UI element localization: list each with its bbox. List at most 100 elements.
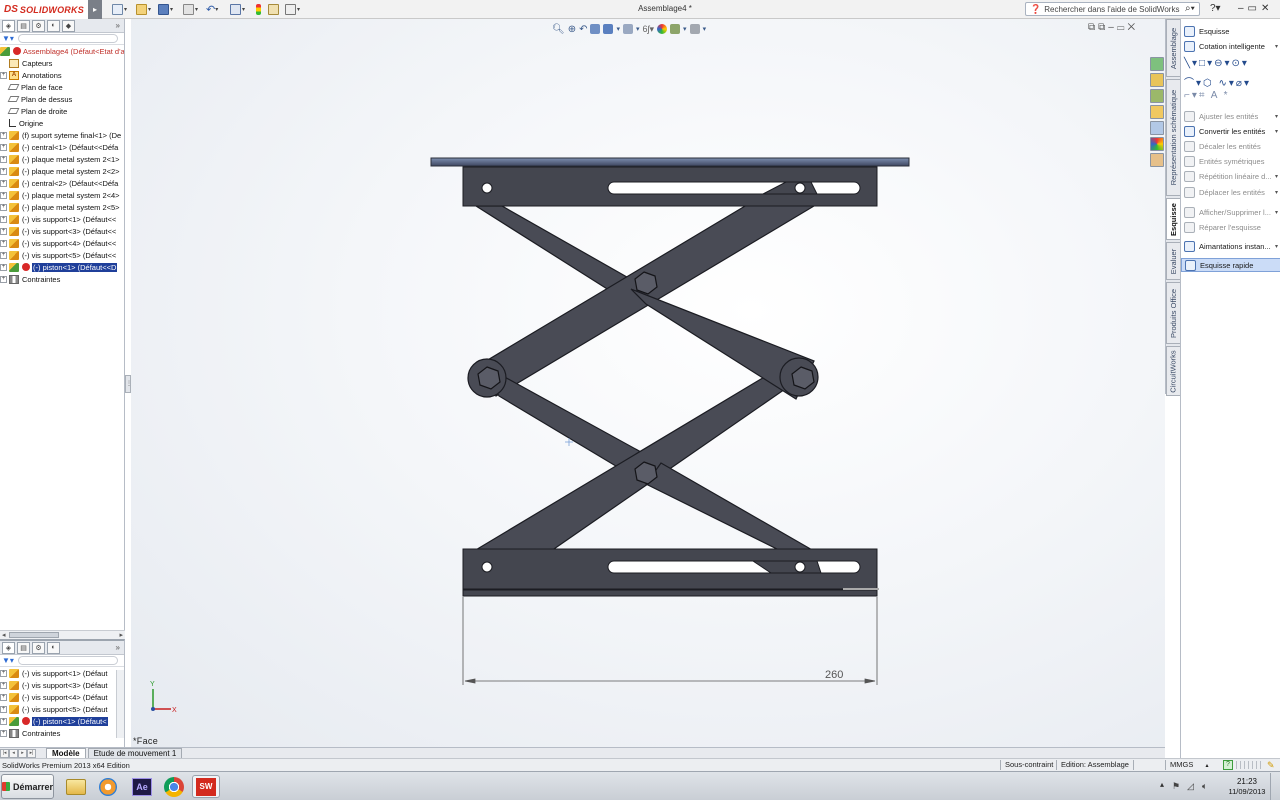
chevron-down-icon[interactable]: ▾ — [1275, 43, 1278, 50]
expand-icon[interactable]: + — [0, 227, 7, 235]
tray-expand-icon[interactable]: ▴ — [1160, 780, 1164, 789]
tree-item[interactable]: + (-) vis support<4> (Défaut<< — [0, 237, 124, 249]
property-manager-tab-icon[interactable]: ▤ — [17, 641, 30, 654]
tree-item[interactable]: + (-) vis support<5> (Défaut<< — [0, 249, 124, 261]
tree-item[interactable]: + (-) plaque metal system 2<2> — [0, 165, 124, 177]
expand-icon[interactable]: + — [0, 203, 7, 211]
clock-time[interactable]: 21:23 — [1228, 777, 1266, 786]
dimension-value[interactable]: 260 — [825, 669, 843, 681]
file-explorer-icon[interactable] — [1150, 105, 1164, 119]
chevron-down-icon[interactable]: ▾ — [1275, 243, 1278, 250]
cmd-entit-s-sym-triques[interactable]: Entités symétriques — [1181, 154, 1280, 168]
dimension-260[interactable] — [462, 597, 878, 685]
scissor-lift-model[interactable]: 260 Y X — [131, 19, 1165, 747]
tab-circuitworks[interactable]: CircuitWorks — [1166, 346, 1181, 396]
feature-tree-tab-icon[interactable]: ◈ — [2, 19, 15, 32]
solidworks-resources-icon[interactable] — [1150, 57, 1164, 71]
tree-item[interactable]: Plan de face — [0, 81, 124, 93]
home-icon[interactable] — [1150, 73, 1164, 87]
tree-item[interactable]: + (-) plaque metal system 2<1> — [0, 153, 124, 165]
tab-motion-study[interactable]: Etude de mouvement 1 — [87, 748, 183, 758]
tree-item[interactable]: + (-) vis support<3> (Défaut — [0, 679, 124, 691]
cmd-aimantations-instan[interactable]: Aimantations instan... ▾ — [1181, 239, 1280, 253]
tab-repr-sentation-sch-matique[interactable]: Représentation schématique — [1166, 79, 1181, 196]
expand-icon[interactable]: + — [0, 705, 7, 713]
display-manager-tab-icon[interactable]: ◐ — [47, 19, 60, 32]
feature-tree-tab-icon[interactable]: ◈ — [2, 641, 15, 654]
tree-item[interactable]: + (-) vis support<1> (Défaut — [0, 667, 124, 679]
tree-item[interactable]: + (f) suport syteme final<1> (De — [0, 129, 124, 141]
show-desktop-button[interactable] — [1270, 773, 1280, 800]
next-tab-icon[interactable]: ▸ — [18, 749, 27, 758]
tree-item[interactable]: + (-) central<2> (Défaut<<Défa — [0, 177, 124, 189]
top-plate[interactable] — [430, 157, 910, 167]
help-icon[interactable]: ? — [1223, 760, 1233, 770]
tree-item[interactable]: + A Annotations — [0, 69, 124, 81]
display-manager-tab-icon[interactable]: ◐ — [47, 641, 60, 654]
scroll-right-icon[interactable]: ▸ — [119, 631, 123, 639]
expand-icon[interactable]: + — [0, 131, 7, 139]
last-tab-icon[interactable]: ▸| — [27, 749, 36, 758]
cmd-cotation-intelligente[interactable]: Cotation intelligente ▾ — [1181, 39, 1280, 53]
filter-icon[interactable]: ▼▾ — [2, 34, 14, 43]
tray-volume-icon[interactable]: 🔈︎ — [1202, 781, 1207, 792]
media-player-icon[interactable] — [94, 775, 122, 798]
sketch-fillet-text-point-tools[interactable]: ⌐▾⌗ A * — [1184, 90, 1230, 101]
units-selector[interactable]: MMGS ▴ — [1165, 760, 1220, 770]
expand-icon[interactable]: + — [0, 155, 7, 163]
help-search-input[interactable]: ❓ Rechercher dans l'aide de SolidWorks — [1025, 2, 1200, 16]
cmd-r-p-tition-lin-aire-d[interactable]: Répétition linéaire d... ▾ — [1181, 169, 1280, 183]
more-tabs-icon[interactable]: » — [116, 21, 120, 30]
expand-icon[interactable]: + — [0, 729, 7, 737]
expand-icon[interactable]: + — [0, 717, 7, 725]
chrome-icon[interactable] — [160, 775, 188, 798]
help-icon[interactable]: ?▾ — [1210, 3, 1221, 14]
tree-item[interactable]: Capteurs — [0, 57, 124, 69]
cmd-convertir-les-entit-s[interactable]: Convertir les entités ▾ — [1181, 124, 1280, 138]
window-controls[interactable]: –▭✕ — [1238, 3, 1273, 14]
tree-item[interactable]: + (-) vis support<3> (Défaut<< — [0, 225, 124, 237]
explorer-icon[interactable] — [62, 775, 90, 798]
tree-item[interactable]: + (-) central<1> (Défaut<<Défa — [0, 141, 124, 153]
expand-icon[interactable]: + — [0, 71, 7, 79]
expand-icon[interactable]: + — [0, 681, 7, 689]
tree-item[interactable]: + (-) vis support<1> (Défaut<< — [0, 213, 124, 225]
expand-icon[interactable]: + — [0, 179, 7, 187]
rebuild-pen-icon[interactable]: ✎ — [1267, 760, 1275, 771]
prev-tab-icon[interactable]: ◂ — [9, 749, 18, 758]
graphics-area[interactable]: 🔍︎ ⊕ ↶ ▾ ▾ 6ʃ▾ ▾ ▾ ⧉⧉–▭✕ 260 Y X *Face — [131, 19, 1165, 747]
search-icon[interactable]: ⌕▾ — [1185, 3, 1195, 14]
tray-network-icon[interactable]: ◿ — [1187, 781, 1194, 792]
tree-item[interactable]: + (-) piston<1> (Défaut< — [0, 715, 124, 727]
tree-item[interactable]: Plan de dessus — [0, 93, 124, 105]
filter-input[interactable] — [17, 656, 118, 665]
filter-icon[interactable]: ▼▾ — [2, 656, 14, 665]
chevron-down-icon[interactable]: ▾ — [1275, 128, 1278, 135]
expand-icon[interactable]: + — [0, 693, 7, 701]
cmd-afficher-supprimer-l[interactable]: Afficher/Supprimer l... ▾ — [1181, 205, 1280, 219]
scroll-thumb[interactable] — [9, 632, 59, 638]
chevron-down-icon[interactable]: ▾ — [1275, 209, 1278, 216]
cmd-d-placer-les-entit-s[interactable]: Déplacer les entités ▾ — [1181, 185, 1280, 199]
design-library-icon[interactable] — [1150, 89, 1164, 103]
expand-icon[interactable]: + — [0, 275, 7, 283]
configuration-manager-tab-icon[interactable]: ⚙ — [32, 19, 45, 32]
configuration-manager-tab-icon[interactable]: ⚙ — [32, 641, 45, 654]
vertical-scrollbar[interactable] — [116, 670, 124, 738]
tab-esquisse[interactable]: Esquisse — [1166, 198, 1181, 240]
tree-item[interactable]: + (-) plaque metal system 2<5> — [0, 201, 124, 213]
tab-produits-office[interactable]: Produits Office — [1166, 282, 1181, 344]
scissor-arms[interactable] — [471, 183, 818, 575]
solidworks-icon[interactable]: SW — [192, 775, 220, 798]
expand-icon[interactable]: + — [0, 669, 7, 677]
expand-icon[interactable]: + — [0, 263, 7, 271]
tab-evaluer[interactable]: Evaluer — [1166, 242, 1181, 280]
start-button[interactable]: Démarrer — [1, 774, 54, 799]
chevron-down-icon[interactable]: ▾ — [1275, 189, 1278, 196]
tree-item[interactable]: + Contraintes — [0, 273, 124, 285]
clock-date[interactable]: 11/09/2013 — [1224, 787, 1270, 796]
sketch-line-rect-slot-circle-tools[interactable]: ╲▾□▾⊖▾⊙▾ — [1184, 58, 1249, 69]
scroll-left-icon[interactable]: ◂ — [2, 631, 6, 639]
tree-root-assembly[interactable]: Assemblage4 (Défaut<Etat d'a — [0, 45, 124, 57]
cmd-esquisse-rapide[interactable]: Esquisse rapide — [1181, 258, 1280, 272]
